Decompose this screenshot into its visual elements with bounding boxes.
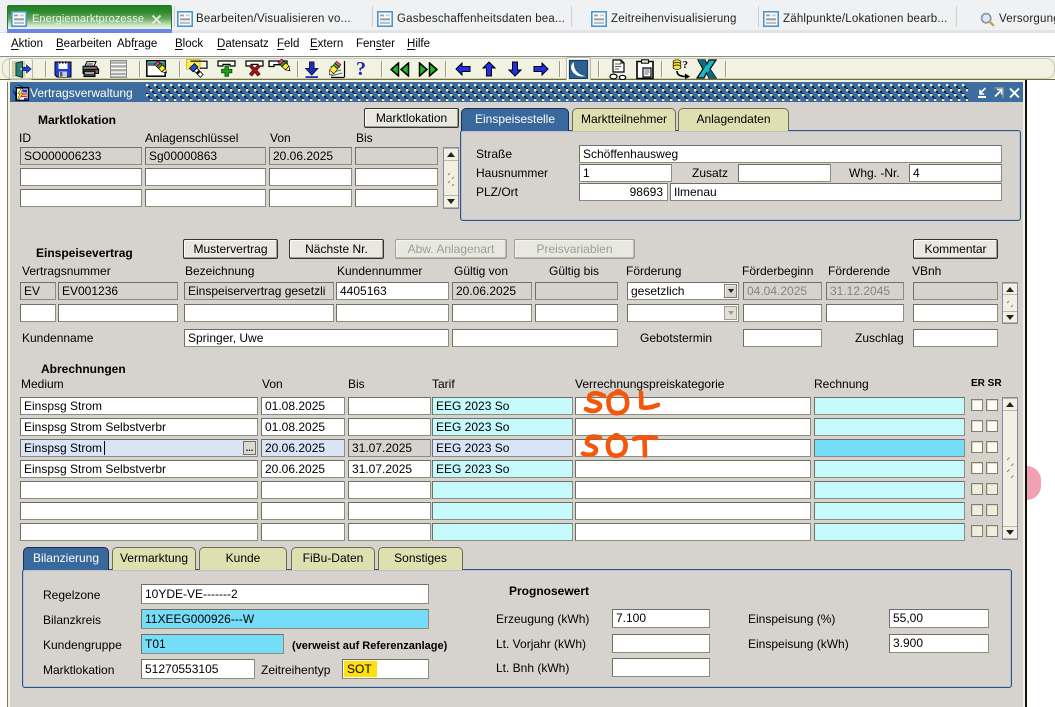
svg-text:?: ? bbox=[683, 59, 689, 71]
